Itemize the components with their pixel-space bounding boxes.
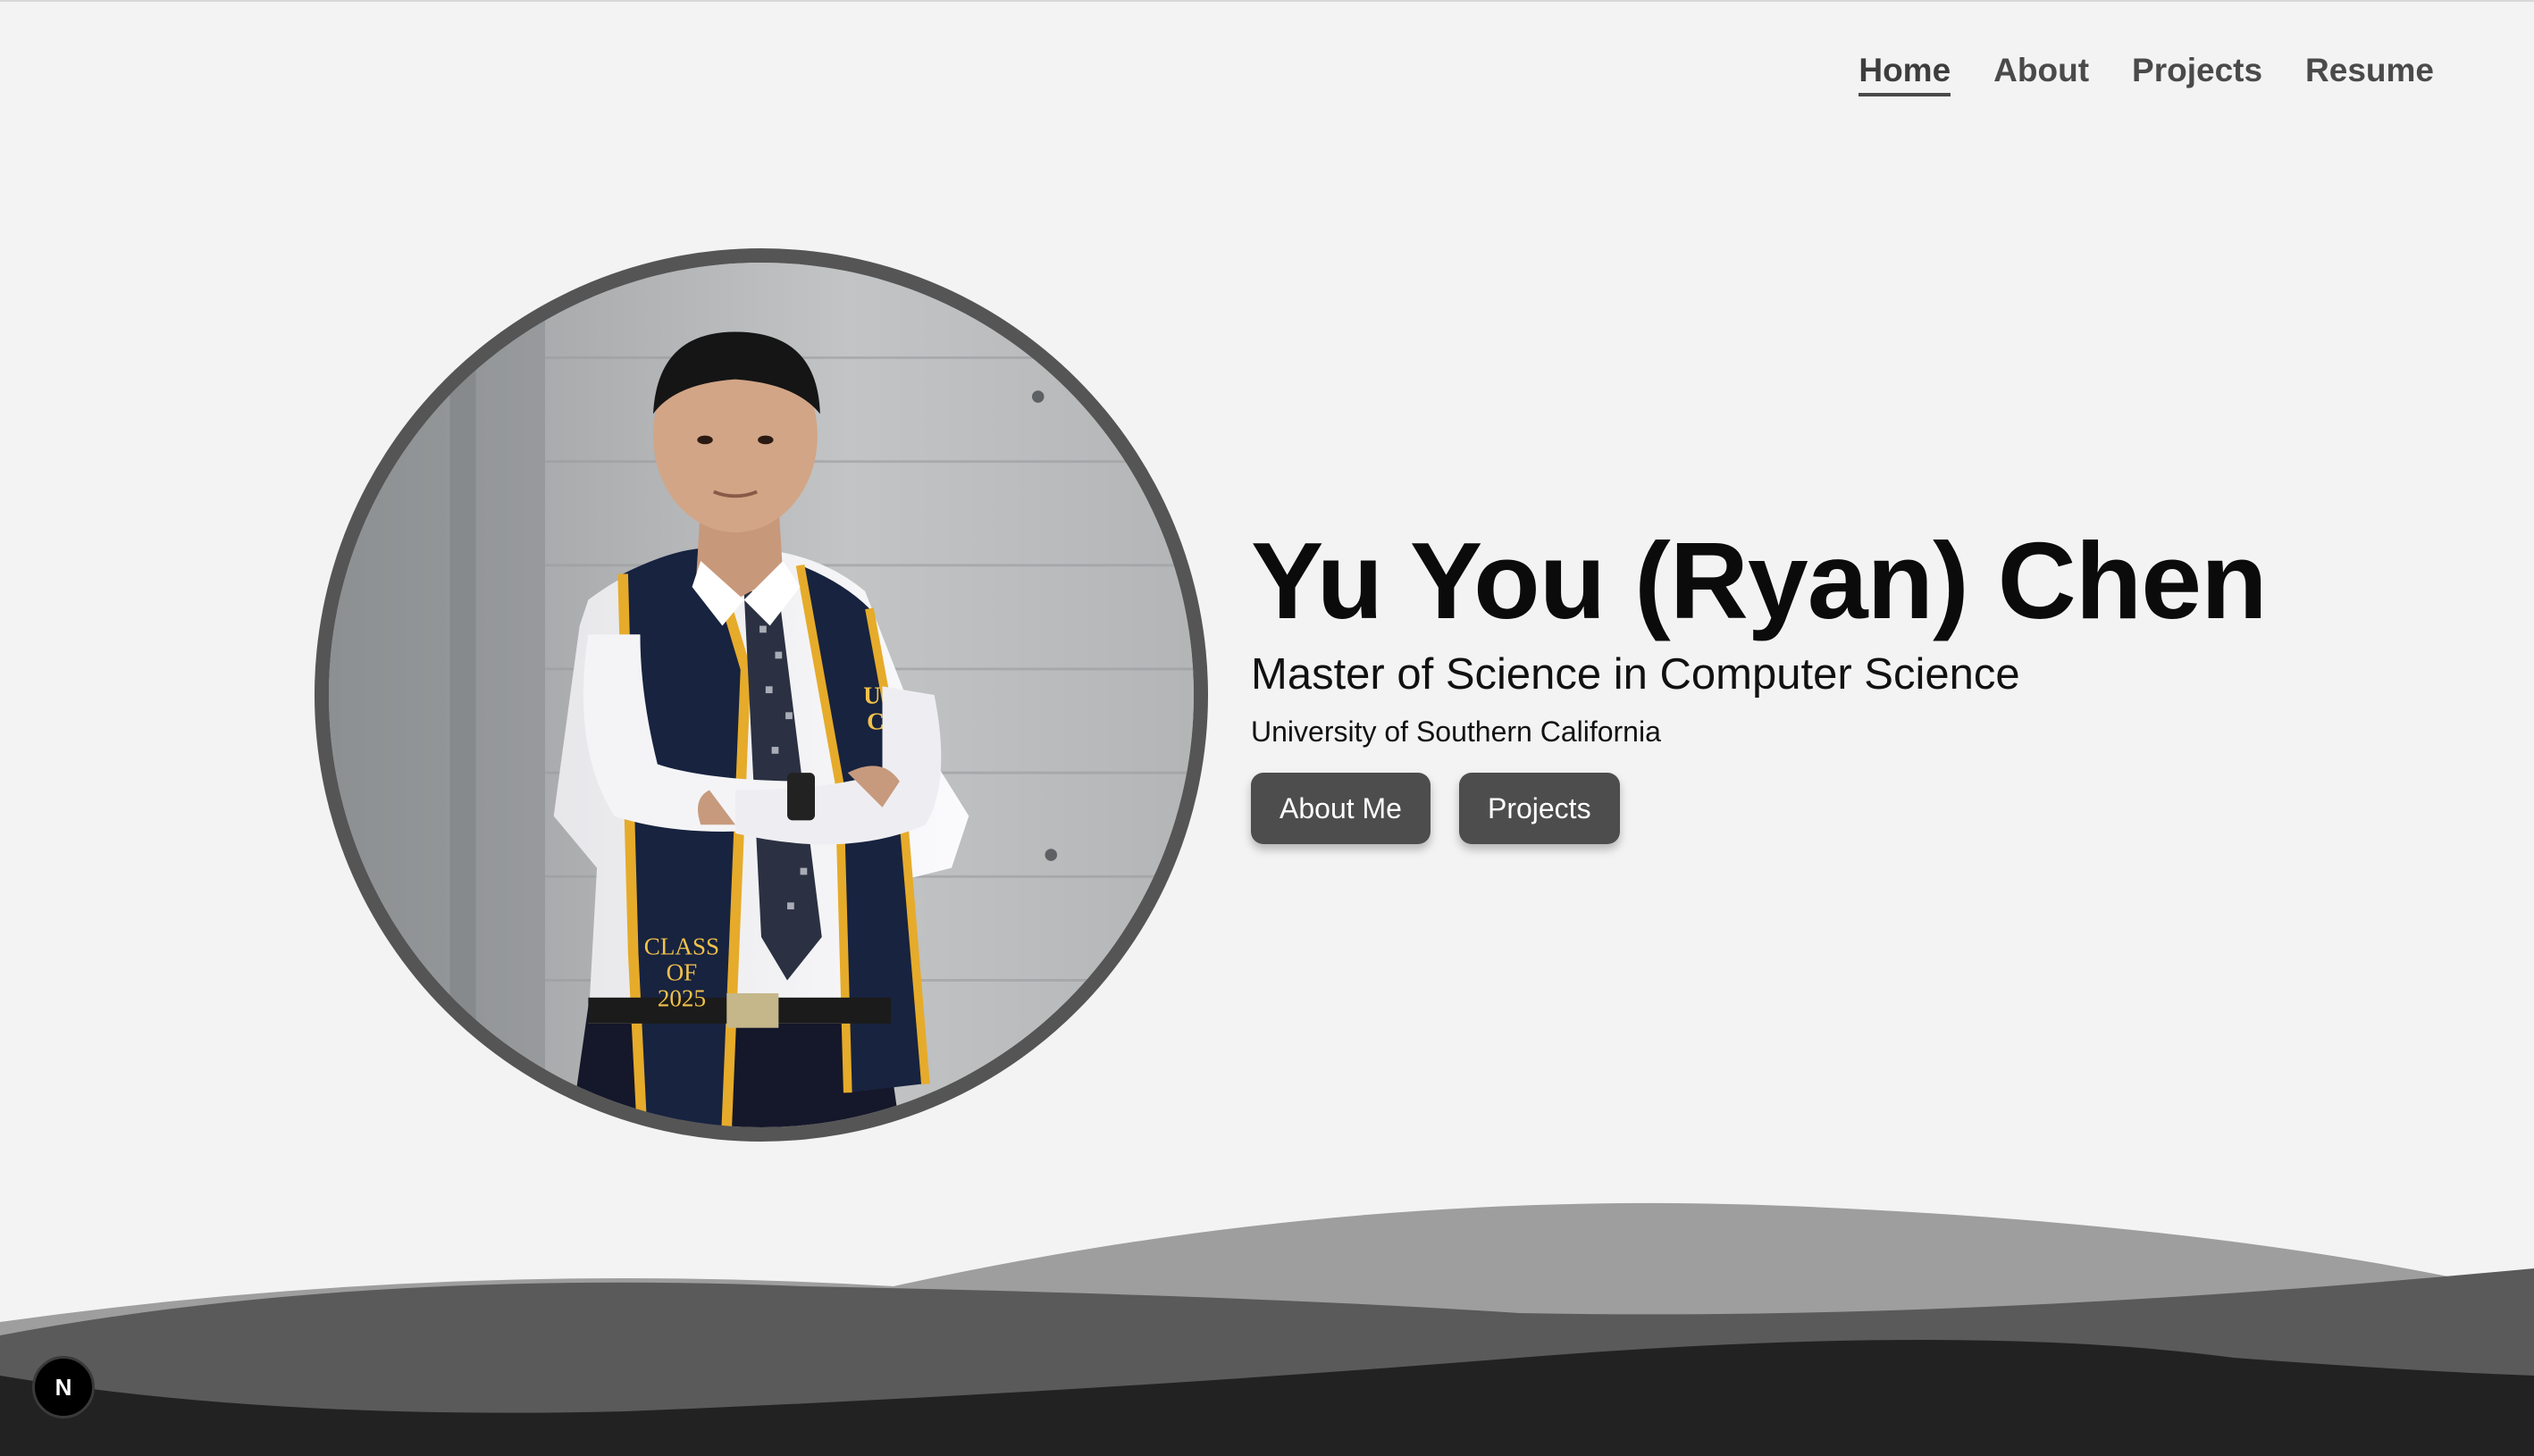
profile-photo-image: CLASS OF 2025 U C [329, 263, 1194, 1127]
profile-photo: CLASS OF 2025 U C [315, 248, 1208, 1142]
page: Home About Projects Resume CLASS OF 2025… [0, 0, 2534, 1456]
school-name: University of Southern California [1251, 715, 1661, 748]
next-logo-icon: N [55, 1374, 72, 1401]
nav-resume[interactable]: Resume [2305, 52, 2434, 96]
nav-about[interactable]: About [1993, 52, 2089, 96]
hero-buttons: About Me Projects [1251, 773, 2412, 844]
stole-letter-c: C [867, 708, 885, 735]
degree-subtitle: Master of Science in Computer Science [1251, 650, 2020, 699]
top-border [0, 0, 2534, 2]
nav-projects[interactable]: Projects [2132, 52, 2262, 96]
graduate-portrait-illustration: CLASS OF 2025 U C [329, 263, 1194, 1127]
main-nav: Home About Projects Resume [1859, 52, 2434, 96]
stole-text-year: 2025 [658, 984, 706, 1011]
stole-text-of: OF [667, 958, 698, 985]
next-logo-letter: N [55, 1374, 72, 1401]
projects-button[interactable]: Projects [1458, 773, 1620, 844]
page-title: Yu You (Ryan) Chen [1251, 520, 2268, 641]
nav-home[interactable]: Home [1859, 52, 1951, 96]
footer-waves [0, 1202, 2534, 1456]
stole-text-class: CLASS [644, 933, 719, 959]
about-me-button[interactable]: About Me [1251, 773, 1431, 844]
stole-letter-u: U [863, 682, 881, 709]
hero-section: Yu You (Ryan) Chen Master of Science in … [1251, 523, 2412, 844]
next-dev-badge[interactable]: N [32, 1356, 95, 1418]
